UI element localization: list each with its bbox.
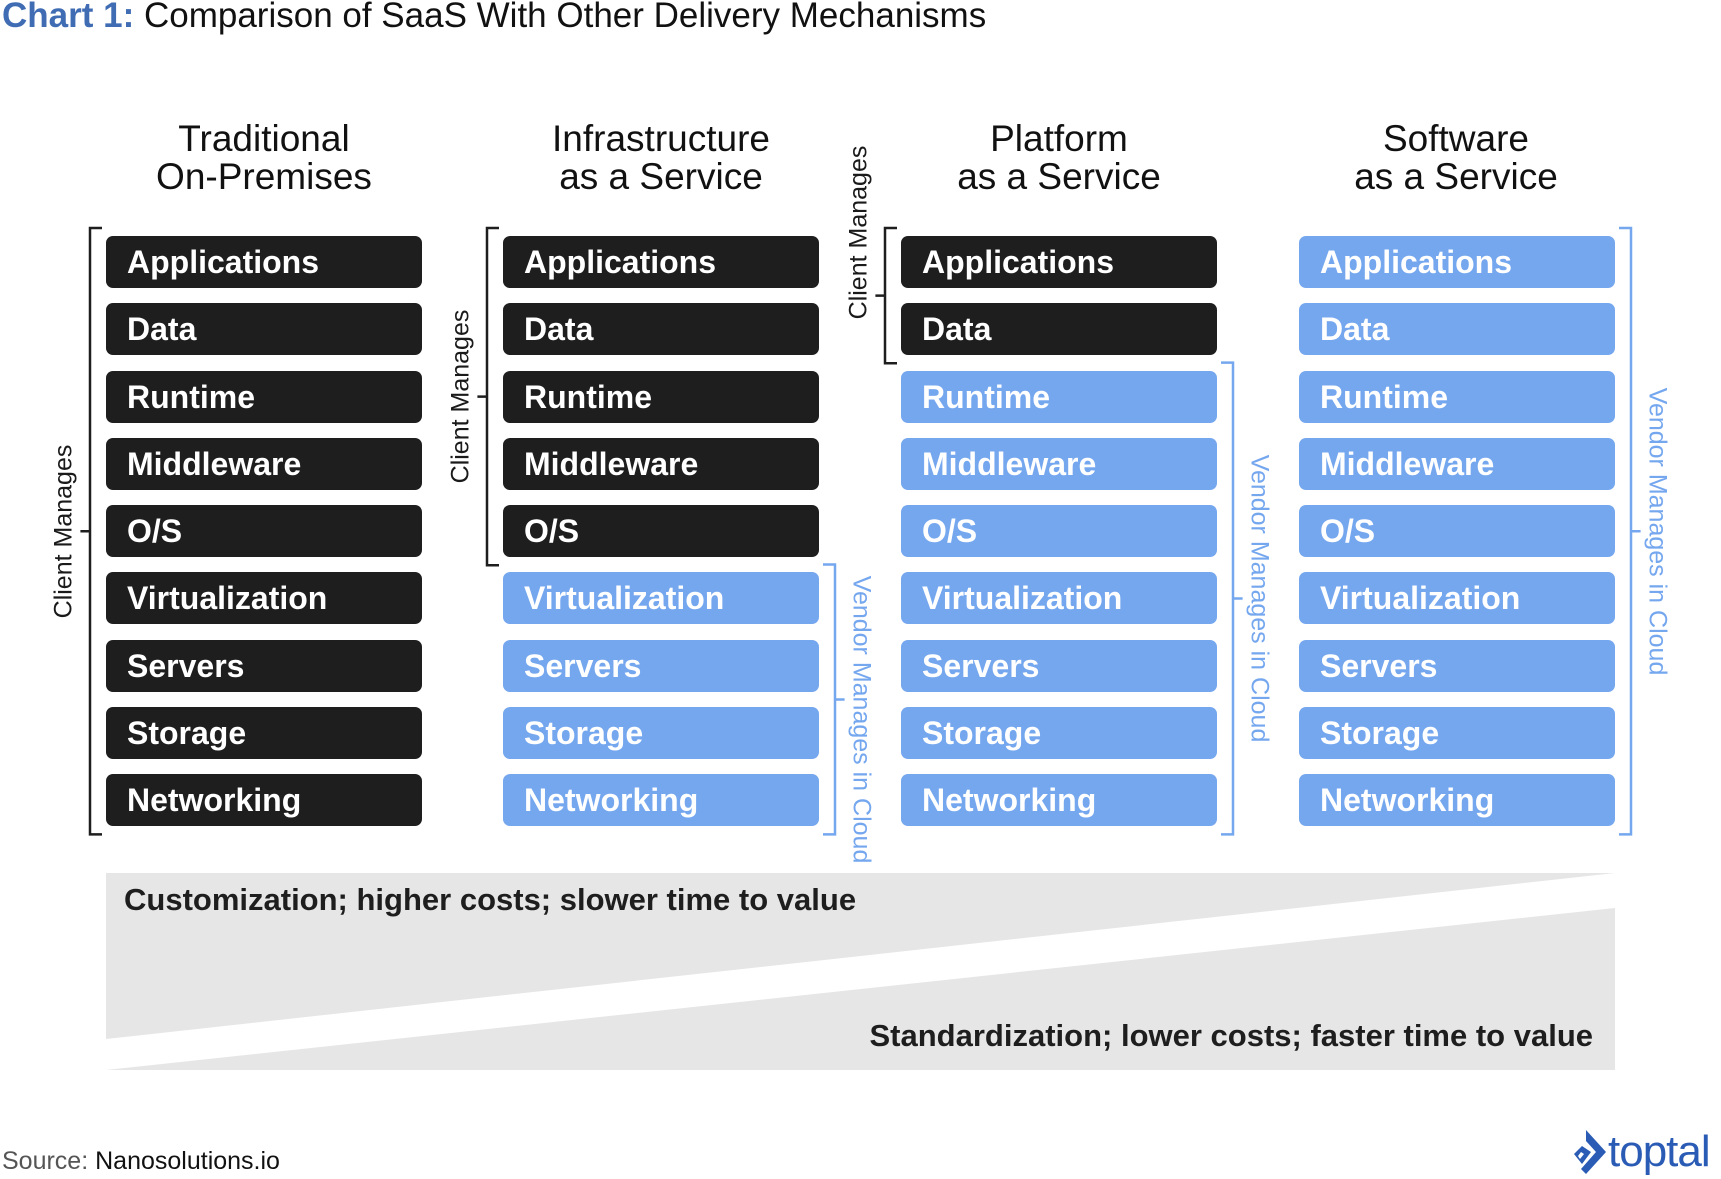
- layer-middleware: Middleware: [901, 437, 1217, 490]
- layer-servers: Servers: [901, 639, 1217, 692]
- layer-data: Data: [106, 303, 422, 356]
- layer-networking: Networking: [1299, 774, 1615, 827]
- vendor-bracket: [1221, 361, 1243, 836]
- layer-virtualization: Virtualization: [901, 572, 1217, 625]
- stack-iaas: Applications Data Runtime Middleware O/S Virt…: [503, 236, 819, 842]
- chart-title-lead: Chart 1:: [2, 0, 135, 35]
- layer-storage: Storage: [901, 707, 1217, 760]
- layer-middleware: Middleware: [106, 437, 422, 490]
- toptal-wordmark: toptal: [1608, 1127, 1711, 1176]
- client-manages-label: Client Manages: [446, 309, 475, 484]
- column-header-paas: Platform as a Service: [869, 120, 1249, 196]
- column-header-on-premises: Traditional On-Premises: [74, 120, 454, 196]
- layer-middleware: Middleware: [1299, 437, 1615, 490]
- toptal-logo: toptal: [1572, 1127, 1711, 1176]
- layer-storage: Storage: [503, 707, 819, 760]
- chart-title-text: Comparison of SaaS With Other Delivery M…: [134, 0, 987, 35]
- source-note: Source: Nanosolutions.io: [2, 1147, 280, 1176]
- layer-o-s: O/S: [901, 505, 1217, 558]
- column-header-iaas: Infrastructure as a Service: [471, 120, 851, 196]
- client-manages-label: Client Manages: [844, 145, 873, 319]
- column-header-saas: Software as a Service: [1266, 120, 1646, 196]
- layer-networking: Networking: [901, 774, 1217, 827]
- column-header-line: as a Service: [559, 156, 763, 197]
- layer-middleware: Middleware: [503, 437, 819, 490]
- layer-virtualization: Virtualization: [106, 572, 422, 625]
- layer-servers: Servers: [1299, 639, 1615, 692]
- client-manages-label: Client Manages: [49, 444, 78, 619]
- source-key: Source:: [2, 1147, 89, 1175]
- vendor-manages-label: Vendor Manages in Cloud: [1245, 454, 1274, 743]
- stack-paas: Applications Data Runtime Middleware O/S Virt…: [901, 236, 1217, 842]
- layer-applications: Applications: [901, 236, 1217, 288]
- layer-data: Data: [503, 303, 819, 356]
- layer-applications: Applications: [1299, 236, 1615, 288]
- layer-o-s: O/S: [1299, 505, 1615, 558]
- layer-o-s: O/S: [106, 505, 422, 558]
- layer-data: Data: [901, 303, 1217, 356]
- column-header-line: On-Premises: [156, 156, 372, 197]
- stack-on-premises: Applications Data Runtime Middleware O/S Virt…: [106, 236, 422, 842]
- column-header-line: Infrastructure: [552, 118, 770, 159]
- layer-virtualization: Virtualization: [503, 572, 819, 625]
- source-value: Nanosolutions.io: [95, 1147, 280, 1175]
- toptal-diamond-icon: [1574, 1130, 1606, 1174]
- column-header-line: Platform: [990, 118, 1128, 159]
- vendor-manages-label: Vendor Manages in Cloud: [847, 575, 876, 864]
- band-bottom-text: Standardization; lower costs; faster tim…: [869, 1018, 1594, 1053]
- client-bracket: [477, 226, 499, 567]
- layer-servers: Servers: [503, 639, 819, 692]
- chart-title: Chart 1: Comparison of SaaS With Other D…: [2, 0, 986, 36]
- layer-o-s: O/S: [503, 505, 819, 558]
- column-header-line: Software: [1382, 118, 1529, 159]
- vendor-manages-label: Vendor Manages in Cloud: [1643, 387, 1672, 676]
- layer-runtime: Runtime: [1299, 370, 1615, 423]
- vendor-bracket: [823, 563, 845, 836]
- layer-networking: Networking: [106, 774, 422, 827]
- layer-data: Data: [1299, 303, 1615, 356]
- column-header-line: as a Service: [1354, 156, 1558, 197]
- layer-virtualization: Virtualization: [1299, 572, 1615, 625]
- layer-servers: Servers: [106, 639, 422, 692]
- layer-runtime: Runtime: [106, 370, 422, 423]
- column-header-line: as a Service: [957, 156, 1161, 197]
- layer-runtime: Runtime: [901, 370, 1217, 423]
- layer-networking: Networking: [503, 774, 819, 827]
- client-bracket: [875, 226, 897, 365]
- column-header-line: Traditional: [178, 118, 350, 159]
- vendor-bracket: [1619, 226, 1641, 836]
- layer-applications: Applications: [503, 236, 819, 288]
- band-top-text: Customization; higher costs; slower time…: [124, 882, 857, 917]
- stack-saas: Applications Data Runtime Middleware O/S Virt…: [1299, 236, 1615, 842]
- layer-storage: Storage: [1299, 707, 1615, 760]
- client-bracket: [80, 226, 102, 836]
- layer-runtime: Runtime: [503, 370, 819, 423]
- layer-applications: Applications: [106, 236, 422, 288]
- layer-storage: Storage: [106, 707, 422, 760]
